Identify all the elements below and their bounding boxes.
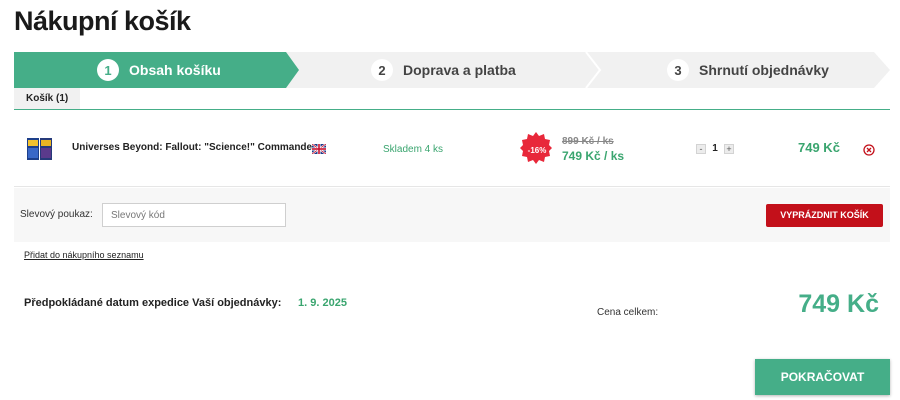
step-order-summary[interactable]: 3 Shrnutí objednávky	[667, 52, 829, 88]
stock-status: Skladem 4 ks	[383, 144, 444, 155]
unit-price: 749 Kč / ks	[562, 149, 625, 163]
empty-cart-button[interactable]: VYPRÁZDNIT KOŠÍK	[766, 204, 883, 227]
step-label: Doprava a platba	[403, 62, 516, 78]
cart-item-row: Universes Beyond: Fallout: "Science!" Co…	[14, 111, 890, 187]
checkout-steps: 1 Obsah košíku 2 Doprava a platba 3 Shrn…	[14, 52, 890, 88]
old-price: 899 Kč / ks	[562, 136, 614, 147]
quantity-decrease-button[interactable]: -	[696, 144, 706, 154]
tab-cart[interactable]: Košík (1)	[14, 88, 81, 109]
uk-flag-icon	[312, 144, 326, 154]
cart-tab-bar: Košík (1)	[14, 88, 890, 110]
product-name[interactable]: Universes Beyond: Fallout: "Science!" Co…	[72, 142, 324, 153]
step-number: 3	[667, 59, 689, 81]
step-number: 2	[371, 59, 393, 81]
coupon-section: Slevový poukaz: VYPRÁZDNIT KOŠÍK	[14, 188, 890, 242]
continue-button[interactable]: POKRAČOVAT	[755, 359, 890, 395]
coupon-code-input[interactable]	[102, 203, 286, 227]
total-label: Cena celkem:	[597, 307, 659, 318]
total-price: 749 Kč	[798, 290, 879, 318]
quantity-value[interactable]: 1	[710, 143, 720, 154]
step-label: Obsah košíku	[129, 62, 221, 78]
quantity-increase-button[interactable]: +	[724, 144, 734, 154]
expedition-label: Předpokládané datum expedice Vaší objedn…	[24, 297, 282, 309]
coupon-label: Slevový poukaz:	[20, 209, 93, 220]
line-total: 749 Kč	[798, 140, 840, 155]
discount-badge: -16%	[527, 146, 547, 155]
step-cart-contents[interactable]: 1 Obsah košíku	[97, 52, 221, 88]
expedition-date: 1. 9. 2025	[298, 297, 347, 309]
add-to-shopping-list-link[interactable]: Přidat do nákupního seznamu	[24, 250, 144, 260]
page-title: Nákupní košík	[14, 6, 191, 36]
step-shipping-payment[interactable]: 2 Doprava a platba	[371, 52, 516, 88]
step-label: Shrnutí objednávky	[699, 62, 829, 78]
product-thumbnail[interactable]	[26, 135, 54, 163]
step-number: 1	[97, 59, 119, 81]
remove-item-icon[interactable]	[863, 144, 875, 156]
